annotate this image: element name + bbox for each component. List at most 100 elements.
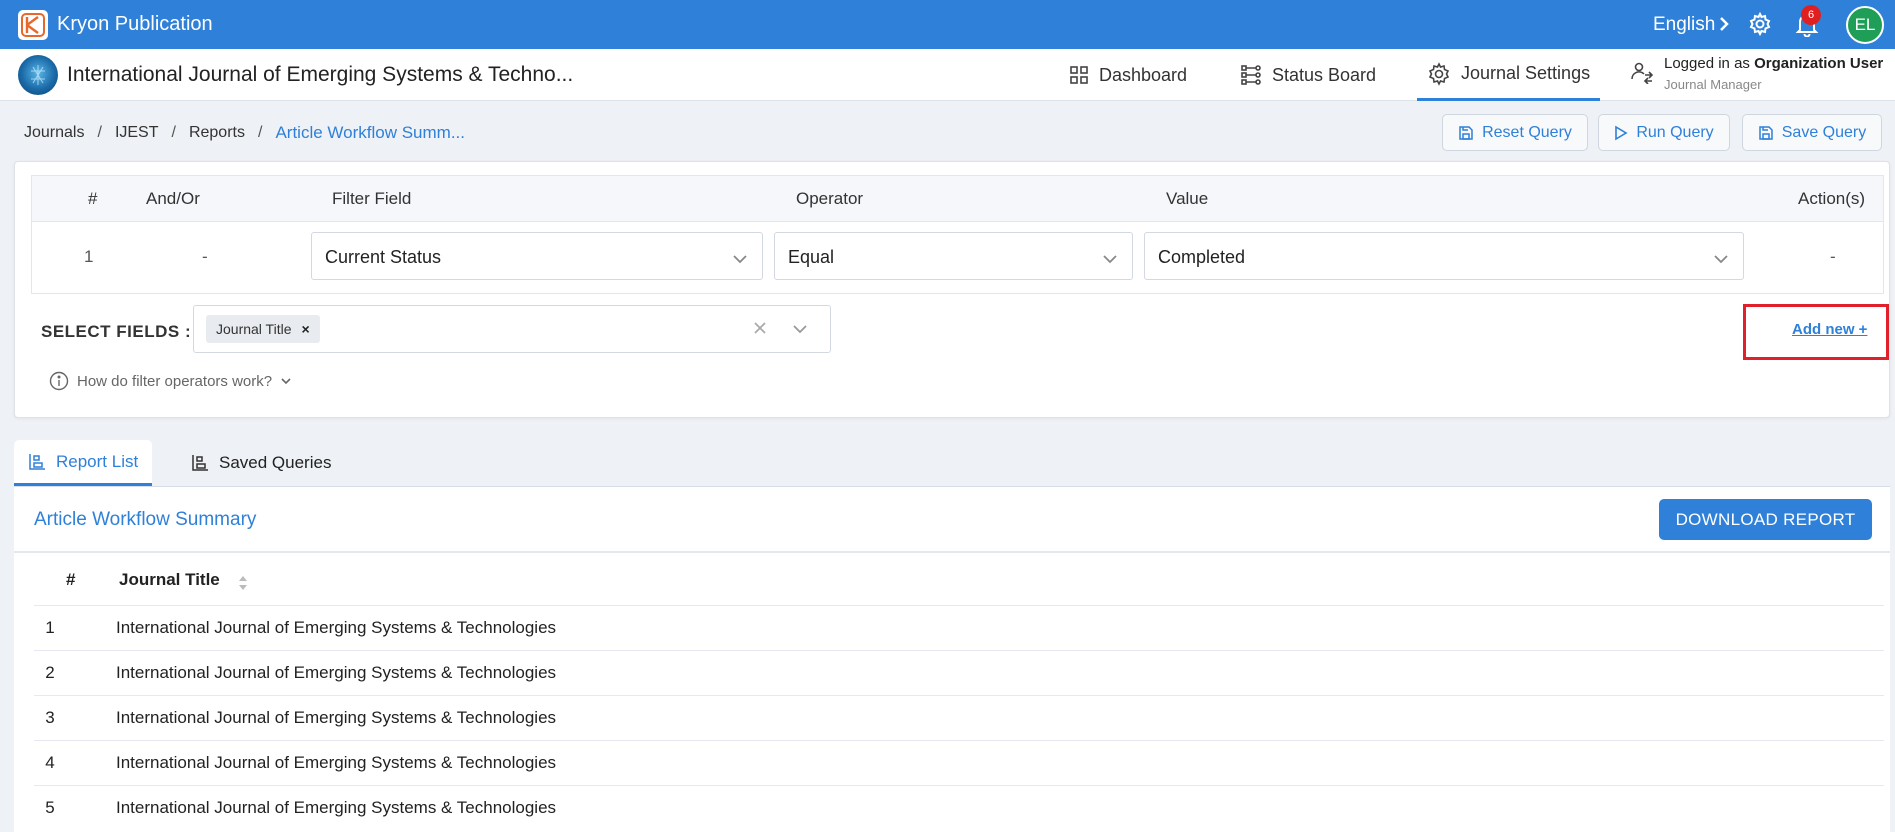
dashboard-grid-icon bbox=[1070, 66, 1088, 84]
filter-row: 1 - Current Status Equal Completed - bbox=[31, 222, 1884, 294]
save-disk-icon bbox=[1459, 125, 1473, 140]
app-logo-icon[interactable] bbox=[18, 10, 48, 40]
logged-in-text: Logged in as Organization User bbox=[1664, 55, 1884, 72]
row-title: International Journal of Emerging System… bbox=[116, 618, 557, 637]
add-new-link[interactable]: Add new + bbox=[1792, 321, 1867, 338]
save-disk-icon bbox=[1759, 125, 1773, 140]
filter-table-header: # And/Or Filter Field Operator Value Act… bbox=[31, 175, 1884, 222]
language-selector[interactable]: English bbox=[1653, 14, 1715, 36]
breadcrumb-journals[interactable]: Journals bbox=[24, 124, 84, 142]
settings-gear-icon[interactable] bbox=[1748, 11, 1772, 41]
journal-header: International Journal of Emerging System… bbox=[0, 49, 1895, 101]
tab-saved-queries-label: Saved Queries bbox=[219, 453, 332, 472]
filter-row-actions: - bbox=[1830, 247, 1836, 266]
reset-query-label: Reset Query bbox=[1482, 123, 1572, 141]
selected-field-chip: Journal Title × bbox=[206, 315, 320, 343]
table-row: 2 International Journal of Emerging Syst… bbox=[34, 650, 1884, 695]
chevron-down-icon bbox=[1102, 249, 1118, 270]
switch-user-icon bbox=[1631, 62, 1654, 84]
breadcrumb-ijest[interactable]: IJEST bbox=[115, 124, 159, 142]
row-title: International Journal of Emerging System… bbox=[116, 753, 557, 772]
filter-help-toggle[interactable]: How do filter operators work? bbox=[49, 371, 292, 391]
chip-label: Journal Title bbox=[216, 321, 292, 337]
col-operator: Operator bbox=[796, 189, 864, 208]
row-title: International Journal of Emerging System… bbox=[116, 663, 557, 682]
breadcrumb-current: Article Workflow Summ... bbox=[275, 123, 465, 142]
col-num: # bbox=[88, 189, 98, 208]
chevron-down-icon[interactable] bbox=[792, 322, 808, 340]
row-num: 1 bbox=[45, 618, 55, 637]
report-title: Article Workflow Summary bbox=[34, 509, 257, 530]
divider bbox=[14, 551, 1890, 553]
breadcrumb-separator: / bbox=[171, 124, 176, 141]
select-fields-input[interactable]: Journal Title × bbox=[193, 305, 831, 353]
breadcrumb-separator: / bbox=[257, 124, 263, 141]
filter-field-select[interactable]: Current Status bbox=[311, 232, 763, 280]
nav-dashboard-label: Dashboard bbox=[1099, 64, 1188, 85]
nav-dashboard[interactable]: Dashboard bbox=[1069, 49, 1187, 101]
value-select[interactable]: Completed bbox=[1144, 232, 1744, 280]
report-list-icon bbox=[29, 453, 45, 470]
operator-value: Equal bbox=[788, 247, 835, 267]
breadcrumb-separator: / bbox=[97, 124, 102, 141]
journal-settings-gear-icon bbox=[1428, 61, 1450, 86]
row-num: 5 bbox=[45, 798, 55, 817]
top-app-bar: Kryon Publication English 6 EL bbox=[0, 0, 1895, 49]
filter-field-value: Current Status bbox=[325, 247, 442, 267]
chevron-right-icon[interactable] bbox=[1718, 15, 1730, 38]
row-title: International Journal of Emerging System… bbox=[116, 798, 557, 817]
save-query-label: Save Query bbox=[1781, 123, 1867, 141]
select-fields-label: SELECT FIELDS : bbox=[41, 322, 192, 341]
filter-row-and-or: - bbox=[202, 247, 208, 266]
status-board-icon bbox=[1241, 65, 1261, 85]
journal-title: International Journal of Emerging System… bbox=[67, 63, 574, 86]
chevron-down-icon bbox=[281, 378, 291, 385]
col-value: Value bbox=[1166, 189, 1209, 208]
report-panel: Article Workflow Summary DOWNLOAD REPORT… bbox=[14, 486, 1890, 832]
nav-journal-settings-label: Journal Settings bbox=[1461, 63, 1591, 83]
row-num: 4 bbox=[45, 753, 55, 772]
filter-panel: # And/Or Filter Field Operator Value Act… bbox=[14, 161, 1890, 418]
chevron-down-icon bbox=[1713, 249, 1729, 270]
value-value: Completed bbox=[1158, 247, 1246, 267]
tab-report-list[interactable]: Report List bbox=[14, 440, 153, 486]
tab-report-list-label: Report List bbox=[56, 451, 139, 471]
breadcrumb-reports[interactable]: Reports bbox=[189, 124, 245, 142]
col-filter-field: Filter Field bbox=[332, 189, 412, 208]
report-col-journal-title[interactable]: Journal Title bbox=[119, 570, 220, 590]
table-row: 3 International Journal of Emerging Syst… bbox=[34, 695, 1884, 740]
clear-selection-icon[interactable] bbox=[750, 318, 770, 343]
save-query-button[interactable]: Save Query bbox=[1742, 114, 1882, 151]
user-role: Journal Manager bbox=[1664, 77, 1762, 92]
remove-chip-icon[interactable]: × bbox=[301, 321, 309, 337]
row-num: 2 bbox=[45, 663, 55, 682]
play-icon bbox=[1615, 125, 1628, 140]
nav-status-board-label: Status Board bbox=[1272, 64, 1377, 85]
col-and-or: And/Or bbox=[146, 189, 200, 208]
nav-status-board[interactable]: Status Board bbox=[1240, 49, 1376, 101]
app-title: Kryon Publication bbox=[57, 13, 213, 35]
download-report-button[interactable]: DOWNLOAD REPORT bbox=[1659, 499, 1872, 540]
row-title: International Journal of Emerging System… bbox=[116, 708, 557, 727]
filter-help-text: How do filter operators work? bbox=[77, 372, 273, 390]
user-avatar[interactable]: EL bbox=[1846, 6, 1884, 44]
chevron-down-icon bbox=[732, 249, 748, 270]
journal-logo-icon bbox=[18, 55, 58, 95]
saved-queries-icon bbox=[192, 455, 208, 471]
operator-select[interactable]: Equal bbox=[774, 232, 1133, 280]
reset-query-button[interactable]: Reset Query bbox=[1442, 114, 1588, 151]
run-query-button[interactable]: Run Query bbox=[1598, 114, 1730, 151]
run-query-label: Run Query bbox=[1636, 123, 1714, 141]
table-row: 4 International Journal of Emerging Syst… bbox=[34, 740, 1884, 785]
nav-journal-settings[interactable]: Journal Settings bbox=[1417, 49, 1601, 101]
breadcrumb: Journals / IJEST / Reports / Article Wor… bbox=[24, 123, 465, 143]
report-col-num: # bbox=[66, 570, 76, 589]
tab-saved-queries[interactable]: Saved Queries bbox=[177, 440, 345, 486]
user-name: Organization User bbox=[1754, 55, 1884, 72]
sort-icon[interactable] bbox=[238, 575, 248, 596]
table-row: 1 International Journal of Emerging Syst… bbox=[34, 605, 1884, 650]
col-actions: Action(s) bbox=[1798, 189, 1866, 208]
filter-row-num: 1 bbox=[84, 247, 94, 266]
info-icon bbox=[49, 371, 69, 391]
table-row: 5 International Journal of Emerging Syst… bbox=[34, 785, 1884, 830]
